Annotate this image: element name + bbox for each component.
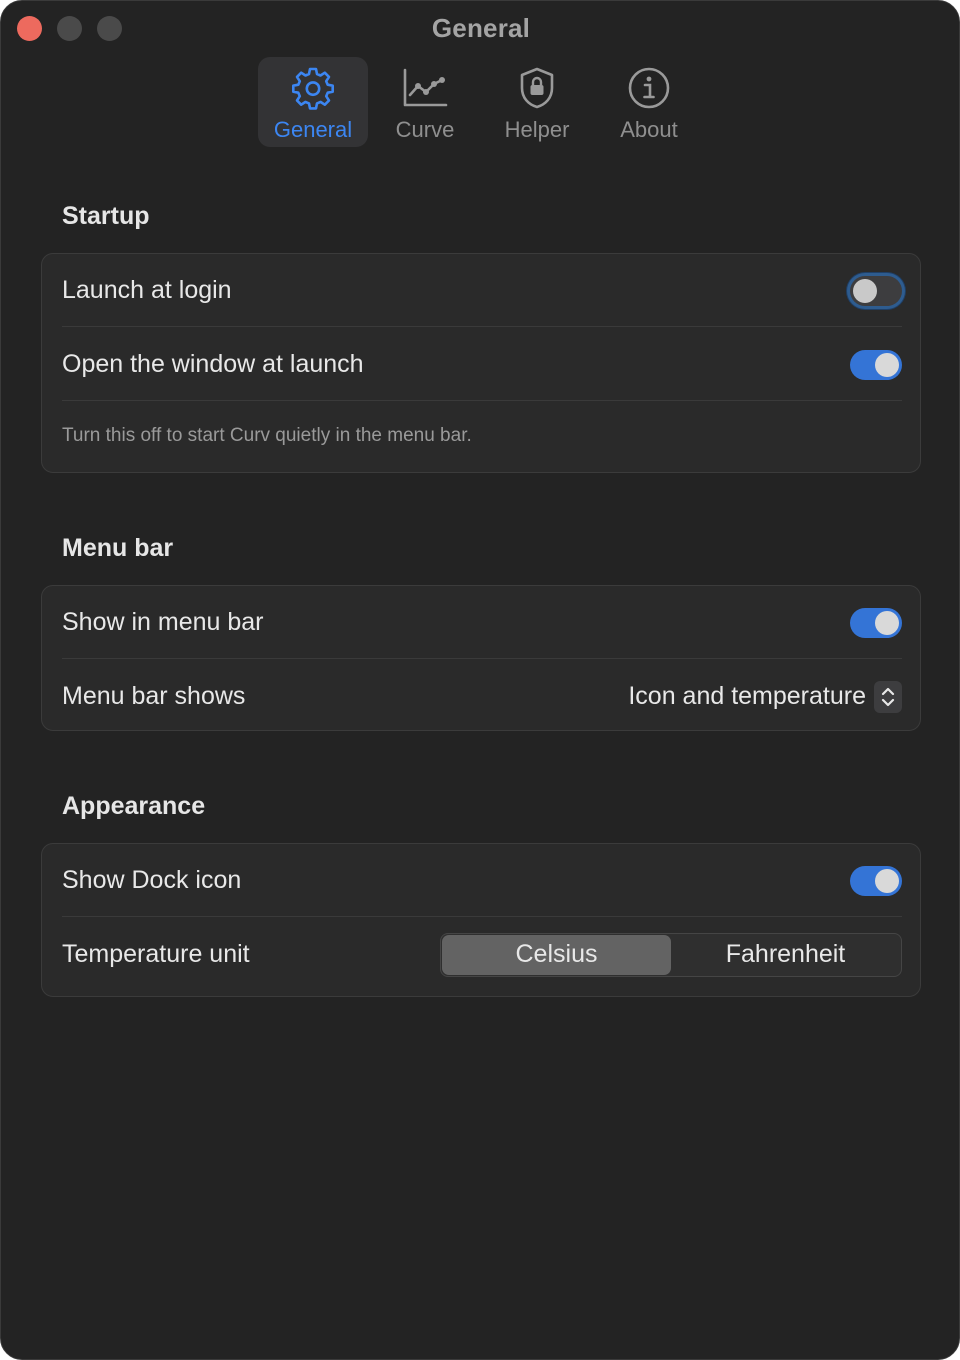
tab-general[interactable]: General bbox=[258, 57, 368, 147]
startup-group: Launch at login Open the window at launc… bbox=[41, 253, 921, 473]
info-circle-icon bbox=[626, 65, 672, 111]
show-dock-icon-toggle[interactable] bbox=[850, 865, 902, 896]
show-in-menu-bar-toggle[interactable] bbox=[850, 607, 902, 638]
tab-curve-label: Curve bbox=[395, 117, 455, 142]
preferences-window: General General Curve Helper About Start… bbox=[0, 0, 960, 1360]
divider bbox=[62, 326, 902, 327]
show-in-menu-bar-label: Show in menu bar bbox=[62, 608, 264, 636]
segment-fahrenheit[interactable]: Fahrenheit bbox=[671, 935, 900, 975]
appearance-group: Show Dock icon Temperature unit Celsius … bbox=[41, 843, 921, 997]
open-window-at-launch-toggle[interactable] bbox=[850, 349, 902, 380]
menu-bar-section-title: Menu bar bbox=[62, 534, 174, 562]
lock-shield-icon bbox=[514, 65, 560, 111]
chevron-up-down-icon bbox=[874, 680, 902, 713]
divider bbox=[62, 400, 902, 401]
appearance-section-title: Appearance bbox=[62, 792, 206, 820]
toggle-knob bbox=[875, 610, 899, 635]
chart-line-icon bbox=[402, 65, 448, 111]
temperature-unit-row: Temperature unit Celsius Fahrenheit bbox=[62, 918, 902, 991]
open-window-at-launch-label: Open the window at launch bbox=[62, 350, 364, 378]
toggle-knob bbox=[875, 868, 899, 893]
menu-bar-shows-row: Menu bar shows Icon and temperature bbox=[62, 660, 902, 733]
divider bbox=[62, 916, 902, 917]
segment-celsius[interactable]: Celsius bbox=[442, 934, 671, 975]
menu-bar-shows-popup[interactable]: Icon and temperature bbox=[628, 680, 902, 713]
tab-curve[interactable]: Curve bbox=[370, 57, 480, 147]
window-title: General bbox=[431, 13, 531, 43]
open-window-at-launch-row: Open the window at launch bbox=[62, 328, 902, 401]
toggle-knob bbox=[875, 352, 899, 377]
launch-at-login-label: Launch at login bbox=[62, 276, 232, 304]
toggle-knob bbox=[853, 278, 877, 303]
tab-about-label: About bbox=[620, 117, 678, 142]
divider bbox=[62, 658, 902, 659]
tab-general-label: General bbox=[273, 117, 353, 142]
launch-at-login-toggle[interactable] bbox=[850, 275, 902, 306]
show-dock-icon-label: Show Dock icon bbox=[62, 866, 242, 894]
gear-icon bbox=[290, 65, 336, 111]
startup-section-title: Startup bbox=[62, 202, 150, 230]
startup-note: Turn this off to start Curv quietly in t… bbox=[62, 425, 472, 446]
temperature-unit-label: Temperature unit bbox=[62, 940, 250, 968]
menu-bar-group: Show in menu bar Menu bar shows Icon and… bbox=[41, 585, 921, 731]
tab-about[interactable]: About bbox=[594, 57, 704, 147]
show-dock-icon-row: Show Dock icon bbox=[62, 844, 902, 917]
launch-at-login-row: Launch at login bbox=[62, 254, 902, 327]
temperature-unit-segmented-control: Celsius Fahrenheit bbox=[440, 932, 902, 977]
tab-helper-label: Helper bbox=[504, 117, 570, 142]
menu-bar-shows-value: Icon and temperature bbox=[628, 682, 866, 710]
menu-bar-shows-label: Menu bar shows bbox=[62, 682, 246, 710]
tab-helper[interactable]: Helper bbox=[482, 57, 592, 147]
show-in-menu-bar-row: Show in menu bar bbox=[62, 586, 902, 659]
